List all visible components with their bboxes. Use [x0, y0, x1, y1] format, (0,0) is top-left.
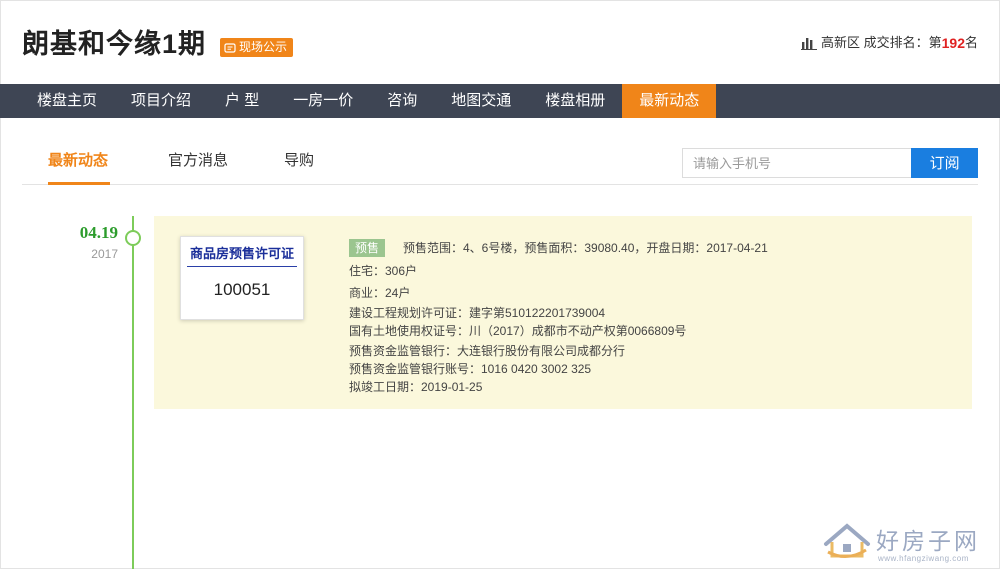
active-subtab-indicator [48, 182, 110, 185]
subscribe-button[interactable]: 订阅 [911, 148, 978, 178]
subscribe-form: 订阅 [682, 148, 978, 178]
nav-item-home[interactable]: 楼盘主页 [0, 84, 114, 118]
nav-item-project-intro[interactable]: 项目介绍 [114, 84, 208, 118]
nav-item-photo-album[interactable]: 楼盘相册 [528, 84, 622, 118]
rank-prefix: 高新区 成交排名：第 [821, 35, 942, 50]
onsite-badge-label: 现场公示 [239, 40, 288, 54]
subtab-shopping-guide[interactable]: 导购 [284, 151, 314, 171]
house-logo-icon [824, 523, 870, 558]
nav-item-map-traffic[interactable]: 地图交通 [434, 84, 528, 118]
event-year: 2017 [91, 247, 118, 261]
detail-completion-date: 拟竣工日期：2019-01-25 [349, 380, 483, 394]
bar-chart-icon [801, 38, 817, 50]
watermark-url: www.hfangziwang.com [878, 554, 969, 563]
main-nav: 楼盘主页 项目介绍 户 型 一房一价 咨询 地图交通 楼盘相册 最新动态 [0, 84, 1000, 118]
notice-icon [224, 42, 236, 53]
permit-title: 商品房预售许可证 [189, 246, 294, 261]
detail-bank-account: 预售资金监管银行账号：1016 0420 3002 325 [349, 362, 592, 376]
rank-suffix: 名 [964, 35, 978, 50]
presale-permit-thumbnail[interactable]: 商品房预售许可证 100051 [180, 236, 304, 320]
onsite-announcement-badge[interactable]: 现场公示 [220, 38, 294, 57]
transaction-rank: 高新区 成交排名：第 192 名 [801, 34, 978, 52]
nav-item-consult[interactable]: 咨询 [370, 84, 434, 118]
timeline-dot [125, 230, 141, 246]
subtab-official-news[interactable]: 官方消息 [168, 151, 228, 171]
phone-input[interactable] [682, 148, 912, 178]
project-header: 朗基和今缘1期 现场公示 高新区 成交排名：第 192 名 [0, 0, 1000, 84]
permit-divider [187, 266, 297, 267]
nav-item-latest-news[interactable]: 最新动态 [622, 84, 717, 118]
rank-number: 192 [941, 35, 965, 51]
nav-item-floor-plans[interactable]: 户 型 [208, 84, 276, 118]
detail-residential-units: 住宅：306户 [349, 264, 418, 278]
permit-number: 100051 [213, 280, 271, 299]
project-title: 朗基和今缘1期 [22, 29, 207, 59]
subtab-latest-news[interactable]: 最新动态 [48, 151, 108, 171]
detail-supervising-bank: 预售资金监管银行：大连银行股份有限公司成都分行 [349, 344, 626, 358]
detail-presale-range: 预售范围：4、6号楼，预售面积：39080.40，开盘日期：2017-04-21 [403, 241, 768, 255]
detail-commercial-units: 商业：24户 [349, 286, 411, 300]
nav-item-unit-prices[interactable]: 一房一价 [276, 84, 370, 118]
detail-land-certificate: 国有土地使用权证号：川（2017）成都市不动产权第0066809号 [349, 324, 687, 338]
detail-planning-permit: 建设工程规划许可证：建字第510122201739004 [349, 306, 606, 320]
watermark-brand: 好房子网 [876, 529, 980, 554]
event-date: 04.19 [79, 223, 118, 242]
presale-tag: 预售 [349, 239, 386, 257]
site-watermark: 好房子网 www.hfangziwang.com [822, 520, 982, 566]
timeline-line [132, 216, 134, 569]
